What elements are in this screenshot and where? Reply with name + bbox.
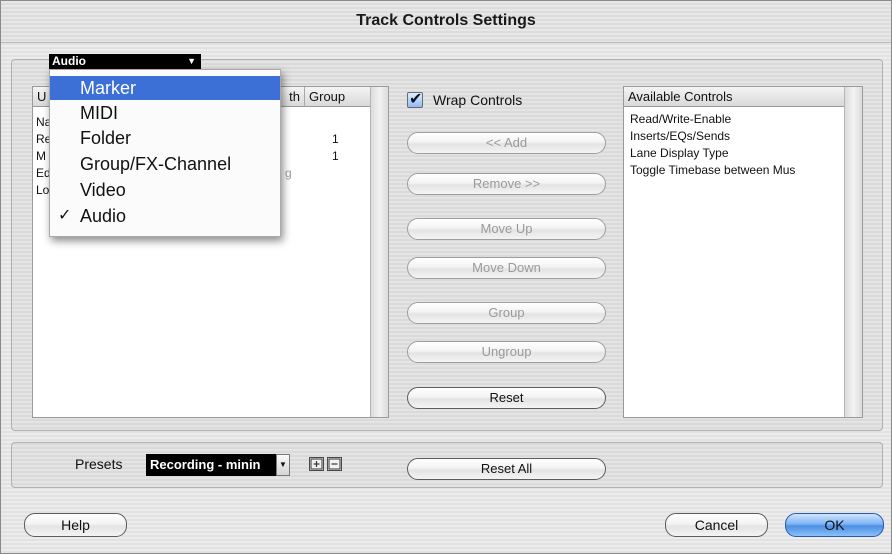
list-item-group: 1: [332, 132, 339, 146]
menu-item-marker[interactable]: Marker: [50, 76, 280, 100]
checkmark-icon: ✓: [58, 207, 72, 224]
menu-item-group-fx-channel[interactable]: Group/FX-Channel: [50, 152, 280, 176]
menu-item-label: Audio: [80, 206, 127, 226]
menu-item-label: MIDI: [80, 103, 118, 123]
column-header-width-label: th: [289, 89, 300, 104]
add-button[interactable]: << Add: [407, 132, 606, 154]
presets-select[interactable]: Recording - minin: [146, 454, 276, 476]
list-item[interactable]: Lo: [36, 183, 49, 198]
used-controls-scrollbar[interactable]: [370, 87, 388, 417]
move-up-button[interactable]: Move Up: [407, 218, 606, 240]
checkmark-icon: ✔: [409, 91, 423, 108]
track-type-dropdown[interactable]: Audio ▼: [49, 54, 201, 69]
menu-item-label: Group/FX-Channel: [80, 154, 232, 174]
menu-item-label: Folder: [80, 128, 132, 148]
column-header-group[interactable]: Group: [305, 87, 371, 107]
cancel-button[interactable]: Cancel: [665, 513, 768, 537]
remove-button[interactable]: Remove >>: [407, 173, 606, 195]
list-item[interactable]: M: [36, 149, 46, 164]
group-button[interactable]: Group: [407, 302, 606, 324]
list-item-name: Lo: [36, 183, 50, 197]
menu-item-label: Video: [80, 180, 126, 200]
help-button[interactable]: Help: [24, 513, 127, 537]
column-header-group-label: Group: [309, 89, 346, 104]
move-down-button[interactable]: Move Down: [407, 257, 606, 279]
reset-button[interactable]: Reset: [407, 387, 606, 409]
chevron-down-icon: ▼: [187, 56, 196, 66]
remove-preset-icon[interactable]: [327, 457, 342, 471]
list-item[interactable]: Toggle Timebase between Mus: [630, 163, 795, 178]
dialog-title: Track Controls Settings: [356, 12, 536, 29]
ungroup-button[interactable]: Ungroup: [407, 341, 606, 363]
list-item[interactable]: Read/Write-Enable: [630, 112, 731, 127]
presets-label: Presets: [75, 456, 123, 472]
menu-item-video[interactable]: Video: [50, 178, 280, 202]
list-item[interactable]: Inserts/EQs/Sends: [630, 129, 730, 144]
track-type-menu: Marker MIDI Folder Group/FX-Channel Vide…: [49, 69, 281, 237]
available-controls-scrollbar[interactable]: [844, 87, 862, 417]
track-type-selected: Audio: [52, 54, 86, 68]
presets-dropdown-arrow[interactable]: ▼: [276, 454, 290, 476]
ok-button[interactable]: OK: [785, 513, 884, 537]
list-item-group: 1: [332, 149, 339, 163]
column-header-available[interactable]: Available Controls: [624, 87, 845, 107]
column-header-available-label: Available Controls: [628, 89, 733, 104]
title-bar[interactable]: Track Controls Settings: [1, 1, 891, 43]
list-item[interactable]: Lane Display Type: [630, 146, 729, 161]
wrap-controls-label: Wrap Controls: [433, 92, 523, 108]
column-header-control-label: U: [37, 89, 47, 104]
wrap-controls-checkbox[interactable]: ✔: [407, 91, 423, 108]
list-item-name: M: [36, 149, 46, 163]
menu-item-label: Marker: [80, 78, 137, 98]
menu-item-midi[interactable]: MIDI: [50, 101, 280, 125]
save-preset-icon[interactable]: [309, 457, 324, 471]
menu-item-folder[interactable]: Folder: [50, 126, 280, 150]
reset-all-button[interactable]: Reset All: [407, 458, 606, 480]
available-controls-list[interactable]: Available Controls Read/Write-Enable Ins…: [623, 86, 863, 418]
list-item-trail: g: [285, 166, 292, 180]
menu-item-audio[interactable]: ✓ Audio: [50, 204, 280, 228]
dialog-window: Track Controls Settings U th Group Nam 7…: [0, 0, 892, 554]
